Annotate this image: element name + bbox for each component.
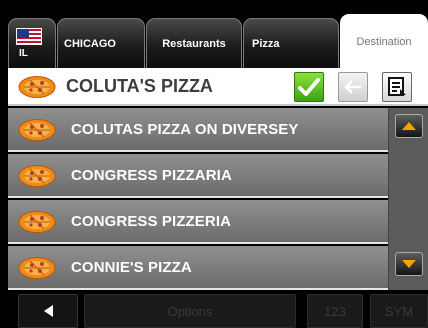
selection-header: COLUTA'S PIZZA <box>8 68 428 106</box>
pizza-icon <box>18 76 56 98</box>
pizza-icon <box>18 119 56 141</box>
pizza-icon <box>18 211 56 233</box>
arrow-down-icon <box>402 260 416 268</box>
list-item-label: CONGRESS PIZZERIA <box>71 213 232 230</box>
scroll-up-button[interactable] <box>395 114 423 138</box>
list-details-button[interactable] <box>382 72 412 102</box>
back-arrow-icon <box>344 80 361 94</box>
options-button[interactable]: Options <box>84 294 296 328</box>
triangle-left-icon <box>44 305 53 317</box>
tab-destination-label: Destination <box>356 35 412 48</box>
list-item-label: CONGRESS PIZZARIA <box>71 167 232 184</box>
bottom-toolbar: Options 123 SYM <box>0 290 428 328</box>
list-item[interactable]: CONGRESS PIZZERIA <box>8 200 388 244</box>
tab-state[interactable]: IL <box>8 18 56 68</box>
list-item[interactable]: CONGRESS PIZZARIA <box>8 154 388 198</box>
pizza-icon <box>18 257 56 279</box>
list-item-label: CONNIE'S PIZZA <box>71 259 192 276</box>
tab-city-label: CHICAGO <box>64 37 116 50</box>
numeric-keyboard-button[interactable]: 123 <box>307 294 363 328</box>
list-icon <box>388 77 406 96</box>
tab-bar: IL CHICAGO Restaurants Pizza Destination <box>0 0 428 68</box>
tab-subcategory[interactable]: Pizza <box>243 18 339 68</box>
back-button[interactable] <box>18 294 78 328</box>
confirm-button[interactable] <box>294 72 324 102</box>
results-list: COLUTAS PIZZA ON DIVERSEY CONGRESS PIZZA… <box>8 108 388 290</box>
list-scrollbar[interactable] <box>388 108 428 290</box>
options-label: Options <box>167 303 213 319</box>
pizza-icon <box>18 165 56 187</box>
selected-place-title: COLUTA'S PIZZA <box>66 76 213 96</box>
list-item-label: COLUTAS PIZZA ON DIVERSEY <box>71 121 299 138</box>
numeric-keyboard-label: 123 <box>324 303 346 319</box>
scroll-down-button[interactable] <box>395 252 423 276</box>
arrow-up-icon <box>402 122 416 130</box>
tab-category[interactable]: Restaurants <box>146 18 242 68</box>
checkmark-icon <box>298 78 320 96</box>
tab-subcategory-label: Pizza <box>252 37 280 50</box>
list-item[interactable]: CONNIE'S PIZZA <box>8 246 388 290</box>
list-item[interactable]: COLUTAS PIZZA ON DIVERSEY <box>8 108 388 152</box>
tab-state-label: IL <box>19 48 28 59</box>
back-arrow-button[interactable] <box>338 72 368 102</box>
tab-city[interactable]: CHICAGO <box>57 18 145 68</box>
tab-category-label: Restaurants <box>162 37 226 50</box>
symbol-keyboard-button[interactable]: SYM <box>370 294 428 328</box>
tab-destination[interactable]: Destination <box>340 14 428 68</box>
us-flag-icon <box>16 28 42 45</box>
symbol-keyboard-label: SYM <box>384 303 414 319</box>
